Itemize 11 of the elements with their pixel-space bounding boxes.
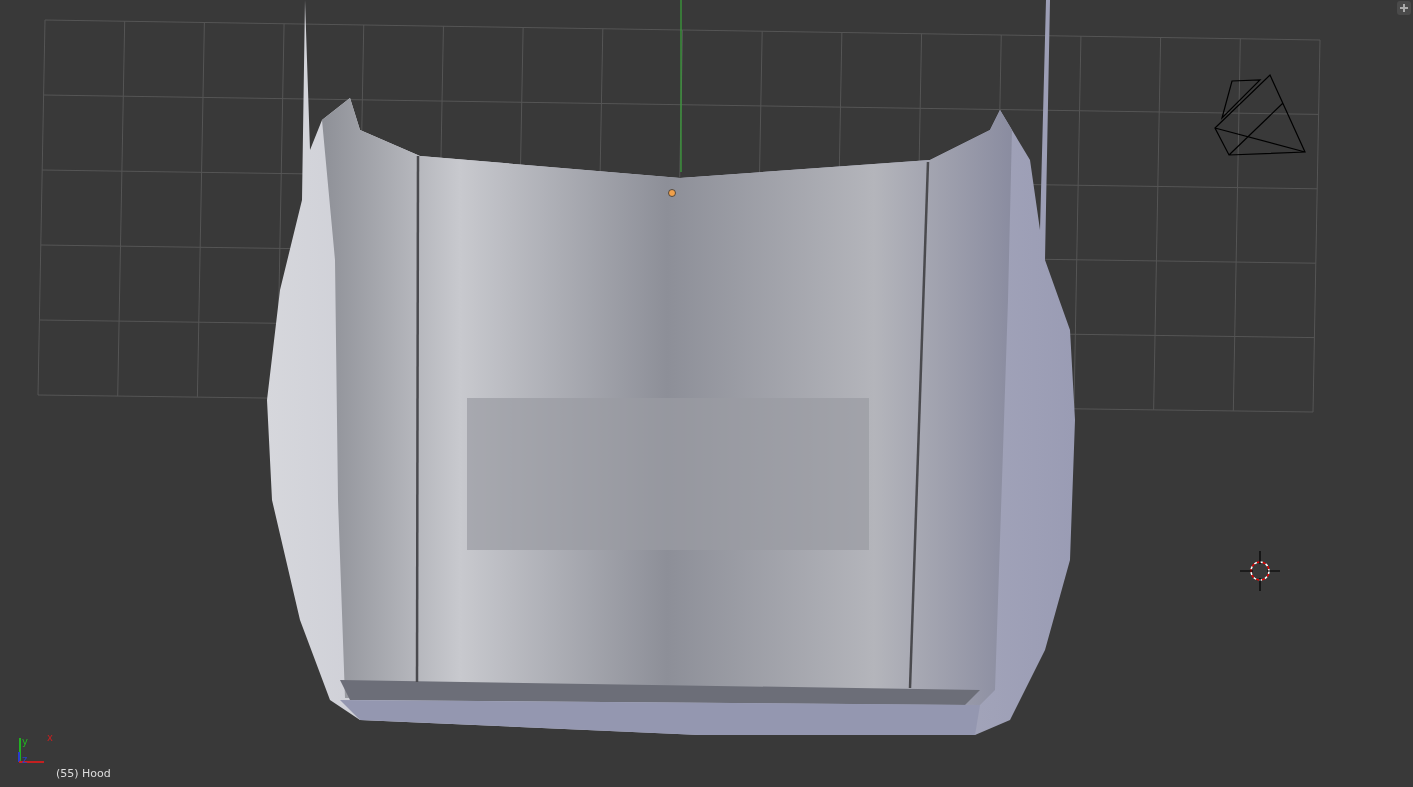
plus-icon [1400, 4, 1408, 12]
3d-cursor-icon [1239, 550, 1281, 592]
axis-label: x [47, 733, 53, 743]
object-origin-dot [668, 189, 676, 197]
camera-wireframe-icon [1214, 73, 1306, 156]
axis-label: y [22, 737, 28, 747]
axis-label: z [22, 755, 28, 765]
axis-gizmo-icon [18, 737, 45, 763]
add-region-button[interactable] [1397, 1, 1411, 15]
object-info-label: (55) Hood [56, 767, 111, 780]
3d-viewport[interactable]: y z x (55) Hood [0, 0, 1413, 787]
